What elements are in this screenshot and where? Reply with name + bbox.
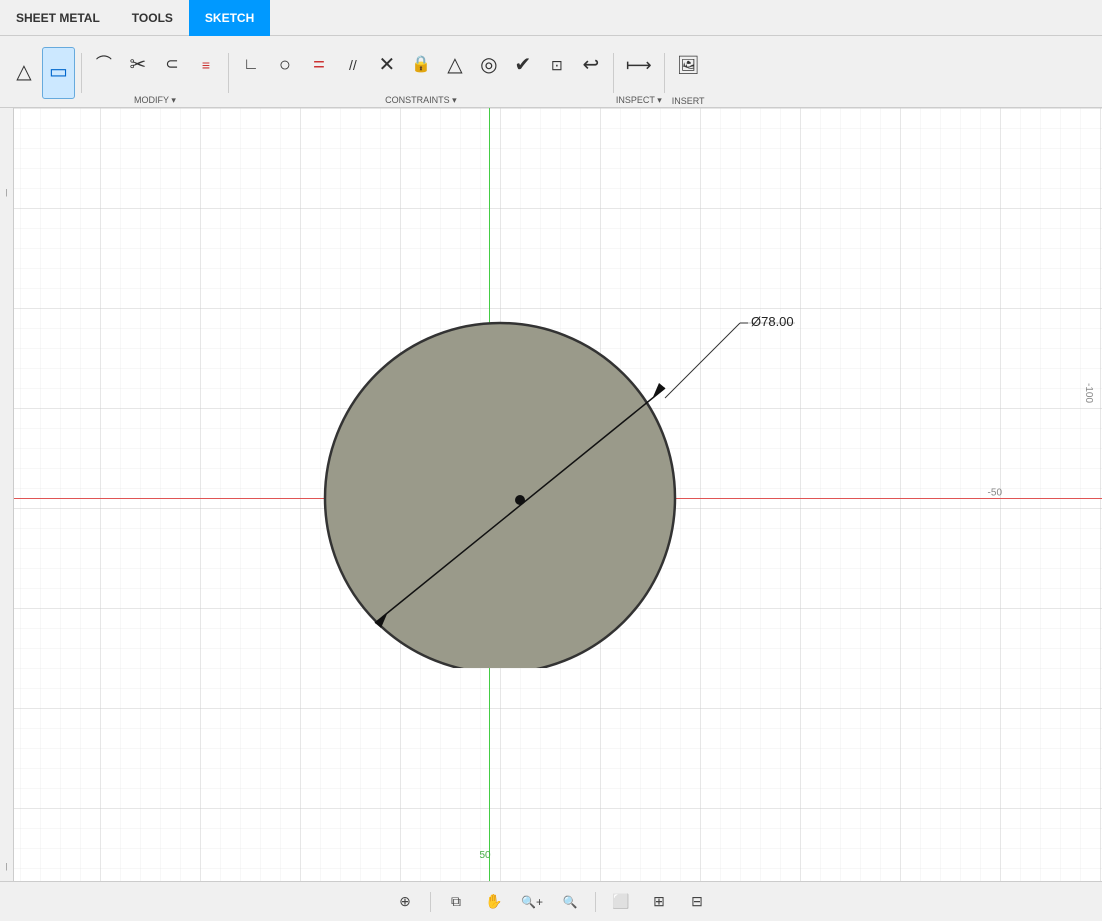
circle-o-icon: ○	[279, 55, 291, 75]
modify-group: ⌒ ✂ ⊂ ≡ MODIFY ▾	[88, 40, 222, 106]
pan-icon: ✋	[485, 893, 502, 910]
inspect-label: INSPECT ▾	[616, 95, 662, 106]
status-display-btn[interactable]: ⬜	[606, 888, 636, 916]
toolbar-icon-row: △ ▭ ⌒ ✂ ⊂ ≡ MODIFY ▾	[0, 36, 1102, 110]
measure-icon: ⟼	[626, 56, 652, 74]
left-ruler-mark-top: |	[5, 188, 7, 197]
ruler-bottom-50: 50	[479, 850, 490, 861]
arc-icon: ⌒	[96, 57, 112, 73]
tool-hlines[interactable]: ≡	[190, 40, 222, 92]
parallel-icon: //	[349, 58, 357, 72]
constraints-label: CONSTRAINTS ▾	[385, 95, 457, 106]
tool-arc[interactable]: ⌒	[88, 40, 120, 92]
angle-icon: ∟	[243, 57, 259, 73]
insert-label: INSERT	[672, 96, 705, 106]
tool-delta[interactable]: △	[439, 40, 471, 92]
status-pan-btn[interactable]: ✋	[479, 888, 509, 916]
tab-sheet-metal[interactable]: SHEET METAL	[0, 0, 116, 36]
ruler-right-50: -50	[988, 488, 1002, 499]
tool-arrow-curve[interactable]: ↩	[575, 40, 607, 92]
delta-icon: △	[447, 55, 462, 75]
separator-1	[81, 53, 82, 93]
dimension-leader	[600, 278, 800, 478]
tool-scissors[interactable]: ✂	[122, 40, 154, 92]
status-sep-1	[430, 892, 431, 912]
status-bar: ⊕ ⧉ ✋ 🔍+ 🔍 ⬜ ⊞ ⊟	[0, 881, 1102, 921]
status-view-btn[interactable]: ⊟	[682, 888, 712, 916]
tool-parallel[interactable]: //	[337, 40, 369, 92]
left-ruler: | |	[0, 108, 14, 881]
tool-checkmark[interactable]: ✔	[507, 40, 539, 92]
toolbar: SHEET METAL TOOLS SKETCH △ ▭ ⌒ ✂	[0, 0, 1102, 108]
display-icon: ⬜	[612, 893, 629, 910]
tool-angle-constraint[interactable]: ∟	[235, 40, 267, 92]
tool-bracket[interactable]: ⊡	[541, 40, 573, 92]
checkmark-icon: ✔	[515, 55, 532, 75]
insert-group: 🖼 INSERT	[671, 40, 706, 106]
status-sep-2	[595, 892, 596, 912]
tool-cross[interactable]: ✕	[371, 40, 403, 92]
view-icon: ⊟	[691, 893, 703, 910]
scissors-icon: ✂	[130, 55, 147, 75]
tool-measure[interactable]: ⟼	[620, 40, 658, 92]
cross-icon: ✕	[379, 55, 396, 75]
inspect-group: ⟼ INSPECT ▾	[620, 40, 658, 106]
insert-icon: 🖼	[677, 56, 700, 74]
tool-circle-constraint[interactable]: ○	[269, 40, 301, 92]
rectangle-icon: ▭	[49, 62, 68, 82]
status-copy-btn[interactable]: ⧉	[441, 888, 471, 916]
subset-icon: ⊂	[165, 57, 178, 73]
tool-circle-target[interactable]: ◎	[473, 40, 505, 92]
tool-lock[interactable]: 🔒	[405, 40, 437, 92]
status-origin-btn[interactable]: ⊕	[390, 888, 420, 916]
tool-rectangle[interactable]: ▭	[42, 47, 75, 99]
copy-icon: ⧉	[451, 893, 461, 910]
lock-icon: 🔒	[411, 57, 431, 73]
zoom-fit-icon: 🔍	[563, 895, 578, 909]
zoom-in-icon: 🔍+	[521, 895, 543, 909]
constraints-group: ∟ ○ = // ✕ 🔒 △	[235, 40, 607, 106]
toolbar-tab-row: SHEET METAL TOOLS SKETCH	[0, 0, 1102, 36]
canvas-area[interactable]: Ø78.00 -50 -100 50 | |	[0, 108, 1102, 881]
left-ruler-mark-bottom: |	[5, 862, 7, 871]
origin-icon: ⊕	[399, 893, 411, 910]
separator-3	[613, 53, 614, 93]
bracket-icon: ⊡	[551, 58, 563, 72]
tab-tools[interactable]: TOOLS	[116, 0, 189, 36]
tab-sketch[interactable]: SKETCH	[189, 0, 270, 36]
tool-equals[interactable]: =	[303, 40, 335, 92]
status-zoom-in-btn[interactable]: 🔍+	[517, 888, 547, 916]
ruler-right-100: -100	[1083, 383, 1094, 403]
grid-icon: ⊞	[653, 893, 665, 910]
tool-triangle[interactable]: △	[8, 47, 40, 99]
separator-4	[664, 53, 665, 93]
separator-2	[228, 53, 229, 93]
circle-target-icon: ◎	[480, 55, 497, 75]
status-grid-btn[interactable]: ⊞	[644, 888, 674, 916]
modify-label: MODIFY ▾	[134, 95, 176, 106]
arrow-curve-icon: ↩	[583, 55, 600, 75]
tool-insert[interactable]: 🖼	[671, 40, 706, 92]
dimension-label: Ø78.00	[748, 313, 797, 330]
equals-icon: =	[313, 55, 325, 75]
hlines-icon: ≡	[202, 58, 210, 72]
tool-subset[interactable]: ⊂	[156, 40, 188, 92]
triangle-icon: △	[16, 62, 31, 82]
status-zoom-fit-btn[interactable]: 🔍	[555, 888, 585, 916]
